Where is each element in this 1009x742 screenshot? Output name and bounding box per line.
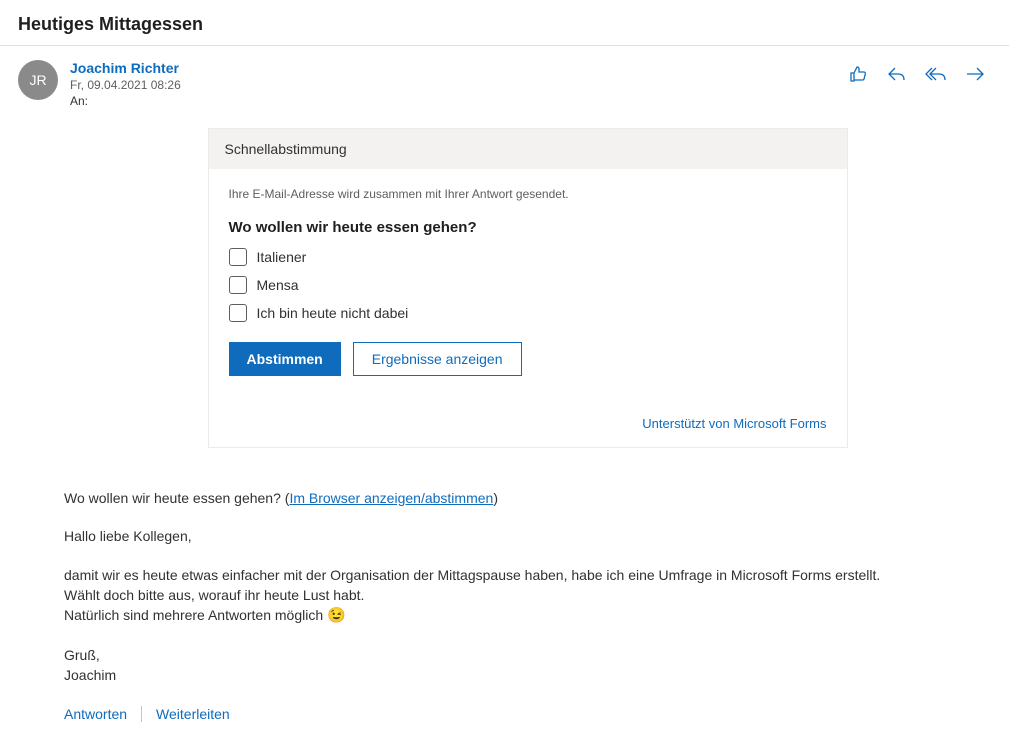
sender-avatar[interactable]: JR — [18, 60, 58, 100]
reply-link[interactable]: Antworten — [64, 706, 127, 722]
email-subject: Heutiges Mittagessen — [18, 14, 991, 35]
like-icon[interactable] — [849, 64, 869, 84]
forward-link[interactable]: Weiterleiten — [156, 706, 230, 722]
poll-option-label: Mensa — [257, 277, 299, 293]
body-intro: Wo wollen wir heute essen gehen? (Im Bro… — [64, 488, 991, 508]
checkbox-icon[interactable] — [229, 276, 247, 294]
poll-option-0[interactable]: Italiener — [229, 248, 827, 266]
body-line3-text: Natürlich sind mehrere Antworten möglich — [64, 607, 327, 623]
poll-footer[interactable]: Unterstützt von Microsoft Forms — [209, 396, 847, 447]
wink-emoji-icon: 😉 — [327, 607, 346, 624]
reply-all-icon[interactable] — [925, 64, 947, 84]
body-signoff2: Joachim — [64, 665, 991, 685]
poll-option-2[interactable]: Ich bin heute nicht dabei — [229, 304, 827, 322]
browser-view-link[interactable]: Im Browser anzeigen/abstimmen — [289, 490, 493, 506]
sender-name[interactable]: Joachim Richter — [70, 60, 849, 76]
poll-option-1[interactable]: Mensa — [229, 276, 827, 294]
sender-block: Joachim Richter Fr, 09.04.2021 08:26 An: — [70, 60, 849, 108]
body-signoff1: Gruß, — [64, 645, 991, 665]
to-line: An: — [70, 94, 849, 108]
intro-question-text: Wo wollen wir heute essen gehen? ( — [64, 490, 289, 506]
checkbox-icon[interactable] — [229, 304, 247, 322]
poll-option-label: Italiener — [257, 249, 307, 265]
vote-button[interactable]: Abstimmen — [229, 342, 341, 376]
body-line3: Natürlich sind mehrere Antworten möglich… — [64, 605, 991, 627]
message-actions — [849, 60, 991, 84]
body-line2: Wählt doch bitte aus, worauf ihr heute L… — [64, 585, 991, 605]
email-meta-row: JR Joachim Richter Fr, 09.04.2021 08:26 … — [0, 46, 1009, 108]
poll-header: Schnellabstimmung — [209, 129, 847, 169]
divider — [141, 706, 142, 722]
poll-card: Schnellabstimmung Ihre E-Mail-Adresse wi… — [208, 128, 848, 448]
intro-close: ) — [493, 490, 498, 506]
reply-icon[interactable] — [887, 64, 907, 84]
email-header: Heutiges Mittagessen — [0, 0, 1009, 46]
poll-body: Ihre E-Mail-Adresse wird zusammen mit Ih… — [209, 169, 847, 396]
show-results-button[interactable]: Ergebnisse anzeigen — [353, 342, 522, 376]
email-content: Schnellabstimmung Ihre E-Mail-Adresse wi… — [0, 128, 1009, 742]
poll-option-label: Ich bin heute nicht dabei — [257, 305, 409, 321]
body-line1: damit wir es heute etwas einfacher mit d… — [64, 565, 991, 585]
poll-notice: Ihre E-Mail-Adresse wird zusammen mit Ih… — [229, 187, 827, 201]
sender-date: Fr, 09.04.2021 08:26 — [70, 78, 849, 92]
poll-question: Wo wollen wir heute essen gehen? — [229, 219, 827, 236]
bottom-actions: Antworten Weiterleiten — [64, 706, 991, 722]
email-body-text: Wo wollen wir heute essen gehen? (Im Bro… — [64, 488, 991, 686]
poll-buttons: Abstimmen Ergebnisse anzeigen — [229, 342, 827, 376]
body-greeting: Hallo liebe Kollegen, — [64, 526, 991, 546]
checkbox-icon[interactable] — [229, 248, 247, 266]
forward-icon[interactable] — [965, 64, 985, 84]
